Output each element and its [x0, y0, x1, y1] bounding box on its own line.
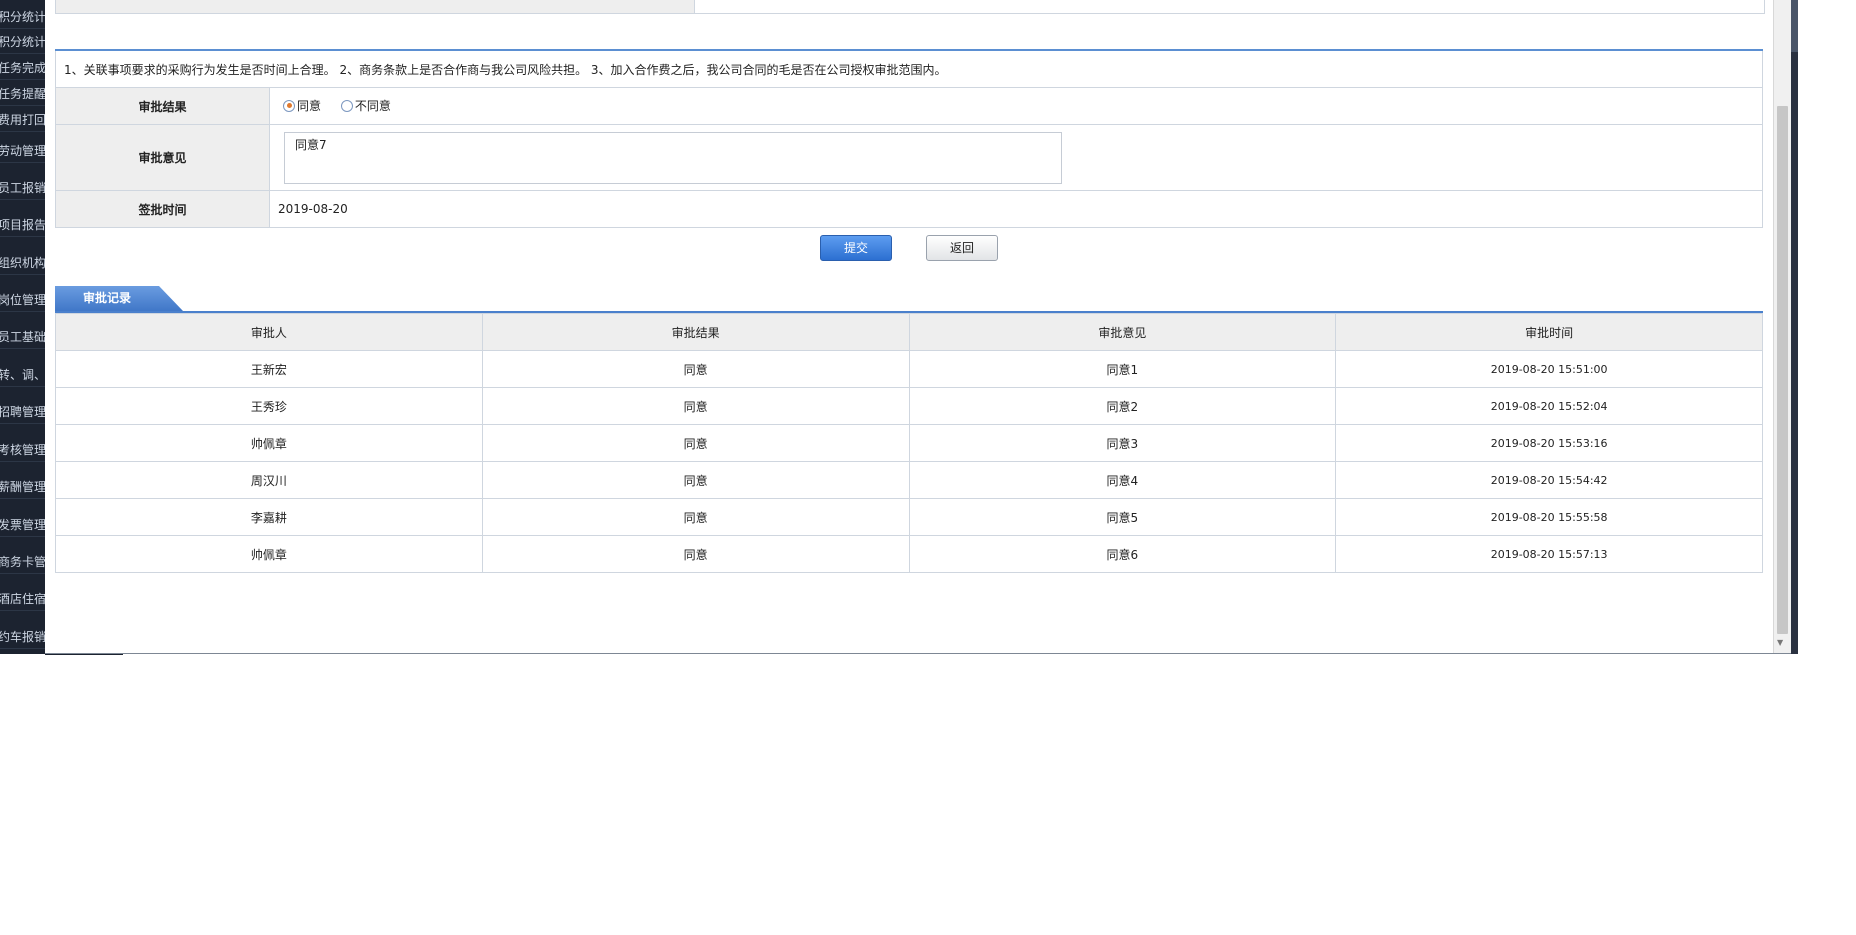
- table-row: 周汉川 同意 同意4 2019-08-20 15:54:42: [55, 461, 1763, 499]
- sidebar-item[interactable]: 积分统计: [0, 31, 45, 54]
- sidebar-item[interactable]: 酒店住宿管: [0, 588, 45, 611]
- approval-notice: 1、关联事项要求的采购行为发生是否时间上合理。 2、商务条款上是否合作商与我公司…: [55, 49, 1763, 88]
- sidebar-item[interactable]: 劳动管理: [0, 140, 45, 163]
- sidebar-item[interactable]: 任务完成: [0, 57, 45, 80]
- time-cell: 2019-08-20 15:51:00: [1335, 350, 1763, 388]
- opinion-textarea[interactable]: 同意7: [284, 131, 1062, 184]
- approver-cell: 周汉川: [55, 461, 483, 499]
- time-cell: 2019-08-20 15:53:16: [1335, 424, 1763, 462]
- result-cell: 同意: [481, 424, 910, 462]
- scroll-down-arrow-icon[interactable]: ▼: [1777, 638, 1783, 648]
- table-row: 王新宏 同意 同意1 2019-08-20 15:51:00: [55, 350, 1763, 388]
- approval-records-table: 审批人 审批结果 审批意见 审批时间 王新宏 同意 同意1 2019-08-20…: [55, 313, 1763, 573]
- sidebar-item[interactable]: 招聘管理: [0, 401, 45, 424]
- time-cell: 2019-08-20 15:54:42: [1335, 461, 1763, 499]
- sign-time-label: 签批时间: [55, 190, 270, 228]
- radio-agree[interactable]: 同意: [283, 97, 321, 114]
- opinion-cell: 同意6: [908, 535, 1337, 573]
- result-cell: 同意: [481, 350, 910, 388]
- approver-cell: 李嘉耕: [55, 498, 483, 536]
- sidebar-item[interactable]: 员工报销: [0, 177, 45, 200]
- sidebar-item[interactable]: 组织机构管: [0, 252, 45, 275]
- radio-disagree-dot[interactable]: [340, 99, 353, 112]
- result-cell: 同意: [481, 535, 910, 573]
- table-row: 帅佩章 同意 同意3 2019-08-20 15:53:16: [55, 424, 1763, 462]
- tab-approval-records[interactable]: 审批记录: [55, 286, 183, 311]
- result-options: 同意 不同意: [269, 87, 1763, 125]
- sidebar-item[interactable]: 商务卡管理: [0, 551, 45, 574]
- approver-cell: 王秀珍: [55, 387, 483, 425]
- background-sidebar: 积分统计 积分统计 任务完成 任务提醒 费用打回 劳动管理 员工报销 项目报告中…: [0, 0, 45, 654]
- radio-disagree-label: 不同意: [354, 99, 391, 114]
- column-header: 审批人: [55, 313, 483, 351]
- sidebar-item[interactable]: 约车报销: [0, 626, 45, 649]
- approver-cell: 王新宏: [55, 350, 483, 388]
- time-cell: 2019-08-20 15:57:13: [1335, 535, 1763, 573]
- approval-form: 1、关联事项要求的采购行为发生是否时间上合理。 2、商务条款上是否合作商与我公司…: [55, 49, 1763, 228]
- time-cell: 2019-08-20 15:52:04: [1335, 387, 1763, 425]
- cut-off-row: [55, 0, 1765, 14]
- opinion-cell: 同意7: [269, 124, 1763, 191]
- opinion-cell: 同意4: [908, 461, 1337, 499]
- sign-time-value: 2019-08-20: [269, 190, 1763, 228]
- sidebar-item[interactable]: 岗位管理: [0, 289, 45, 312]
- column-header: 审批意见: [908, 313, 1337, 351]
- opinion-label: 审批意见: [55, 124, 270, 191]
- sidebar-item[interactable]: 任务提醒: [0, 83, 45, 106]
- result-label: 审批结果: [55, 87, 270, 125]
- sidebar-item[interactable]: 项目报告中: [0, 214, 45, 237]
- vertical-scrollbar[interactable]: ▼: [1773, 0, 1791, 653]
- opinion-cell: 同意3: [908, 424, 1337, 462]
- sidebar-item[interactable]: 员工基础信: [0, 326, 45, 349]
- sidebar-item[interactable]: 薪酬管理: [0, 476, 45, 499]
- opinion-cell: 同意5: [908, 498, 1337, 536]
- sidebar-item[interactable]: 考核管理: [0, 439, 45, 462]
- radio-agree-label: 同意: [297, 99, 322, 114]
- sidebar-item[interactable]: 积分统计: [0, 6, 45, 29]
- opinion-cell: 同意2: [908, 387, 1337, 425]
- cut-off-label: [56, 0, 695, 13]
- time-cell: 2019-08-20 15:55:58: [1335, 498, 1763, 536]
- radio-agree-dot[interactable]: [283, 99, 295, 112]
- table-row: 帅佩章 同意 同意6 2019-08-20 15:57:13: [55, 535, 1763, 573]
- background-strip-right: [1791, 0, 1798, 654]
- approval-dialog: 1、关联事项要求的采购行为发生是否时间上合理。 2、商务条款上是否合作商与我公司…: [45, 0, 1791, 654]
- table-row: 李嘉耕 同意 同意5 2019-08-20 15:55:58: [55, 498, 1763, 536]
- approver-cell: 帅佩章: [55, 535, 483, 573]
- result-cell: 同意: [481, 498, 910, 536]
- approver-cell: 帅佩章: [55, 424, 483, 462]
- sidebar-item[interactable]: 费用打回: [0, 109, 45, 132]
- column-header: 审批结果: [481, 313, 910, 351]
- background-strip-right-top: [1791, 0, 1798, 52]
- column-header: 审批时间: [1335, 313, 1763, 351]
- opinion-cell: 同意1: [908, 350, 1337, 388]
- back-button[interactable]: 返回: [926, 235, 998, 261]
- radio-disagree[interactable]: 不同意: [340, 97, 391, 114]
- sidebar-item[interactable]: 转、调、离: [0, 364, 45, 387]
- sidebar-item[interactable]: 发票管理: [0, 514, 45, 537]
- scrollbar-thumb[interactable]: [1777, 106, 1788, 634]
- result-cell: 同意: [481, 387, 910, 425]
- submit-button[interactable]: 提交: [820, 235, 892, 261]
- result-cell: 同意: [481, 461, 910, 499]
- table-row: 王秀珍 同意 同意2 2019-08-20 15:52:04: [55, 387, 1763, 425]
